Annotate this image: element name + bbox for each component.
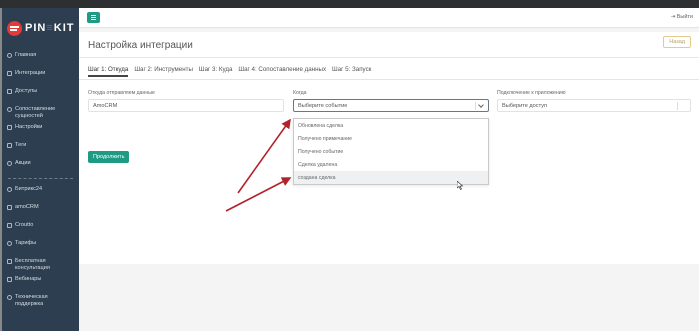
sidebar-item-label: Бесплатная консультация [15,258,50,271]
sidebar-item-items_bottom-6[interactable]: Техническая поддержка [2,294,79,308]
connect-label: Подключение к приложению [497,90,566,96]
sidebar-item-items_top-3[interactable]: Сопоставление сущностей [2,106,79,120]
logo[interactable]: PIN≡KIT [2,8,79,48]
sidebar-item-items_top-4[interactable]: Настройки [2,124,79,131]
tab-step-4[interactable]: Шаг 4: Сопоставление данных [238,66,326,77]
source-label: Откуда отправляем данные [88,90,155,96]
support-icon [7,295,12,300]
crm-icon [7,205,12,210]
tab-step-2[interactable]: Шаг 2: Инструменты [134,66,193,77]
continue-button[interactable]: Продолжить [88,151,130,163]
select-separator [475,102,476,110]
video-icon [7,277,12,282]
sidebar-item-items_bottom-0[interactable]: Битрикс24 [2,186,79,193]
access-select-placeholder: Выберите доступ [502,103,548,109]
event-select[interactable]: Выберите событие [293,99,489,112]
sidebar-item-items_bottom-4[interactable]: Бесплатная консультация [2,258,79,272]
sidebar-item-items_top-0[interactable]: Главная [2,52,79,59]
header: ⇥ Выйти [79,8,699,28]
sidebar-item-items_top-2[interactable]: Доступы [2,88,79,95]
sidebar-item-items_bottom-1[interactable]: amoCRM [2,204,79,211]
back-button[interactable]: Назад [663,36,691,48]
sidebar-item-label: Битрикс24 [15,186,43,192]
globe-icon [7,223,12,228]
dropdown-option[interactable]: Сделка удалена [294,158,488,171]
sidebar-nav-top: Главная Интеграции Доступы Сопоставление су… [2,52,79,167]
sidebar-item-label: Настройки [15,124,43,130]
sidebar-item-items_bottom-5[interactable]: Вебинары [2,276,79,283]
sidebar-item-label: Интеграции [15,70,46,76]
dropdown-option[interactable]: Обновлена сделка [294,119,488,132]
chevron-down-icon[interactable] [478,102,484,108]
sidebar-item-label: Доступы [15,88,38,94]
dollar-icon [7,241,12,246]
sidebar: PIN≡KIT Главная Интеграции Доступы Сопостав… [2,8,79,331]
close-icon [7,161,12,166]
chat-icon [7,259,12,264]
logout-label: Выйти [676,14,693,20]
logo-text: PIN≡KIT [25,22,75,34]
sidebar-item-label: Вебинары [15,276,42,282]
sidebar-item-label: amoCRM [15,204,39,210]
gear-icon [7,125,12,130]
home-icon [7,53,12,58]
dropdown-option[interactable]: Получено примечание [294,132,488,145]
sidebar-item-items_top-6[interactable]: Акции [2,160,79,167]
page-title: Настройка интеграции [88,40,193,51]
sidebar-item-items_bottom-2[interactable]: Croutto [2,222,79,229]
source-select-value: AmoCRM [93,103,118,109]
sidebar-item-label: Теги [15,142,27,148]
step-tabs: Шаг 1: Откуда Шаг 2: Инструменты Шаг 3: … [88,66,371,77]
event-select-placeholder: Выберите событие [298,103,348,109]
tab-step-1[interactable]: Шаг 1: Откуда [88,66,129,77]
main-area: ⇥ Выйти Настройка интеграции Назад Шаг 1… [79,8,699,331]
logout-link[interactable]: ⇥ Выйти [671,14,693,20]
select-separator [677,102,678,110]
source-select[interactable]: AmoCRM [88,99,284,112]
sidebar-item-label: Тарифы [15,240,37,246]
access-select[interactable]: Выберите доступ [497,99,691,112]
title-divider [79,57,699,58]
dropdown-option[interactable]: Получено событие [294,145,488,158]
sidebar-item-label: Техническая поддержка [15,294,48,307]
tab-step-3[interactable]: Шаг 3: Куда [199,66,233,77]
sidebar-item-label: Главная [15,52,37,58]
sidebar-item-label: Croutto [15,222,34,228]
tabs-divider [79,79,699,80]
sidebar-item-items_top-1[interactable]: Интеграции [2,70,79,77]
lock-icon [7,89,12,94]
sidebar-item-items_top-5[interactable]: Теги [2,142,79,149]
sidebar-divider [8,178,73,179]
mouse-cursor-icon [456,177,464,195]
logo-mark-icon [7,20,22,36]
layers-icon [7,107,12,112]
cloud-icon [7,187,12,192]
browser-top-bar [0,0,699,8]
sidebar-item-label: Сопоставление сущностей [15,106,56,119]
sidebar-nav-bottom: Битрикс24 amoCRM Croutto Тарифы Бесплатная к… [2,186,79,308]
tag-icon [7,143,12,148]
event-dropdown: Обновлена сделка Получено примечание Получ… [293,118,489,185]
sidebar-item-items_bottom-3[interactable]: Тарифы [2,240,79,247]
when-label: Когда [293,90,307,96]
sidebar-item-label: Акции [15,160,31,166]
puzzle-icon [7,71,12,76]
hamburger-menu-button[interactable] [87,12,100,23]
tab-step-5[interactable]: Шаг 5: Запуск [332,66,371,77]
integration-panel: Настройка интеграции Назад Шаг 1: Откуда… [79,32,699,264]
